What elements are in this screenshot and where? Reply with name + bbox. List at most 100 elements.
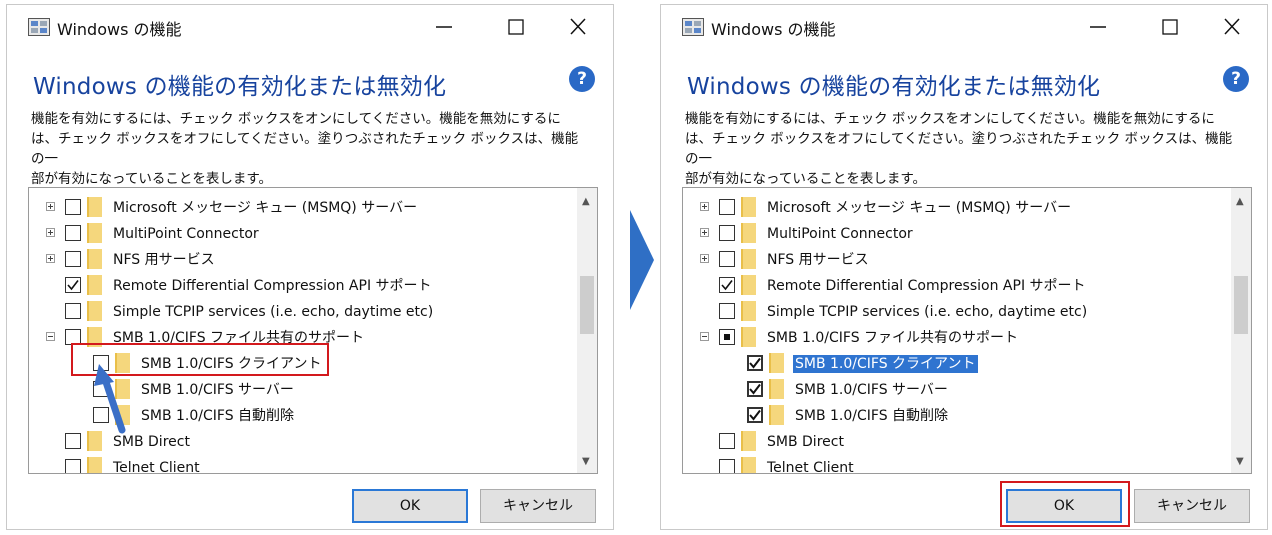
folder-icon [87,457,102,473]
cancel-button[interactable]: キャンセル [1134,489,1250,523]
description-line: 部が有効になっていることを表します。 [685,171,926,187]
cancel-button[interactable]: キャンセル [480,489,596,523]
feature-item-msmq[interactable]: Microsoft メッセージ キュー (MSMQ) サーバー [683,195,1231,221]
folder-icon [87,249,102,269]
scroll-up-icon[interactable]: ▲ [582,196,590,207]
close-button[interactable] [1211,12,1255,42]
feature-checkbox[interactable] [65,433,81,449]
vertical-scrollbar[interactable]: ▲ ▼ [1231,188,1251,473]
feature-checkbox[interactable] [65,225,81,241]
feature-item-tcpip[interactable]: Simple TCPIP services (i.e. echo, daytim… [29,299,577,325]
feature-checkbox[interactable] [719,277,735,293]
feature-item-smb-direct[interactable]: SMB Direct [683,429,1231,455]
feature-checkbox[interactable] [747,381,763,397]
maximize-icon [508,19,524,35]
expand-plus-icon[interactable] [46,254,55,263]
feature-checkbox[interactable] [719,225,735,241]
feature-checkbox[interactable] [65,277,81,293]
feature-item-nfs[interactable]: NFS 用サービス [29,247,577,273]
feature-item-nfs[interactable]: NFS 用サービス [683,247,1231,273]
folder-icon [769,379,784,399]
feature-item-smb1-support[interactable]: SMB 1.0/CIFS ファイル共有のサポート [683,325,1231,351]
feature-item-smb1-server[interactable]: SMB 1.0/CIFS サーバー [683,377,1231,403]
scrollbar-thumb[interactable] [1234,276,1248,334]
feature-checkbox[interactable] [719,433,735,449]
ok-button[interactable]: OK [352,489,468,523]
feature-checkbox[interactable] [747,407,763,423]
maximize-button[interactable] [495,12,539,42]
windows-features-icon [28,18,50,36]
maximize-button[interactable] [1149,12,1193,42]
folder-icon [741,431,756,451]
expand-plus-icon[interactable] [700,228,709,237]
feature-item-msmq[interactable]: Microsoft メッセージ キュー (MSMQ) サーバー [29,195,577,221]
partial-check-icon [724,334,730,340]
scroll-down-icon[interactable]: ▼ [582,456,590,467]
folder-icon [741,301,756,321]
dialog-heading: Windows の機能の有効化または無効化 [33,74,447,100]
feature-checkbox[interactable] [747,355,763,371]
feature-item-smb1-autoremove[interactable]: SMB 1.0/CIFS 自動削除 [683,403,1231,429]
feature-checkbox[interactable] [65,459,81,473]
collapse-minus-icon[interactable] [46,332,55,341]
feature-checkbox[interactable] [719,459,735,473]
minimize-button[interactable] [423,12,467,42]
description-line: 機能を有効にするには、チェック ボックスをオンにしてください。機能を無効にするに [685,111,1215,127]
maximize-icon [1162,19,1178,35]
windows-features-dialog-after: Windows の機能 Windows の機能の有効化または無効化 ? 機能を有… [660,4,1268,530]
feature-label: Simple TCPIP services (i.e. echo, daytim… [767,304,1088,320]
windows-features-icon [682,18,704,36]
feature-item-multipoint[interactable]: MultiPoint Connector [29,221,577,247]
folder-icon [741,327,756,347]
feature-label: Microsoft メッセージ キュー (MSMQ) サーバー [767,200,1072,216]
expand-plus-icon[interactable] [46,202,55,211]
checkmark-icon [749,357,761,369]
feature-tree[interactable]: Microsoft メッセージ キュー (MSMQ) サーバー MultiPoi… [682,187,1252,474]
chevron-right-icon [630,210,654,310]
folder-icon [87,197,102,217]
feature-item-telnet[interactable]: Telnet Client [29,455,577,473]
feature-label: SMB 1.0/CIFS 自動削除 [141,408,295,424]
window-title: Windows の機能 [711,20,836,39]
folder-icon [87,301,102,321]
scrollbar-thumb[interactable] [580,276,594,334]
highlight-box-ok [1000,481,1130,527]
feature-checkbox[interactable] [65,303,81,319]
feature-checkbox[interactable] [719,199,735,215]
feature-label: MultiPoint Connector [113,226,259,242]
close-button[interactable] [557,12,601,42]
folder-icon [741,249,756,269]
feature-label: Simple TCPIP services (i.e. echo, daytim… [113,304,434,320]
feature-checkbox[interactable] [719,329,735,345]
scroll-down-icon[interactable]: ▼ [1236,456,1244,467]
vertical-scrollbar[interactable]: ▲ ▼ [577,188,597,473]
folder-icon [741,223,756,243]
feature-checkbox[interactable] [65,199,81,215]
feature-item-rdc[interactable]: Remote Differential Compression API サポート [29,273,577,299]
title-bar: Windows の機能 [661,5,1267,49]
feature-item-smb1-client[interactable]: SMB 1.0/CIFS クライアント [683,351,1231,377]
help-icon[interactable]: ? [569,66,595,92]
folder-icon [87,223,102,243]
expand-plus-icon[interactable] [46,228,55,237]
feature-checkbox[interactable] [719,251,735,267]
description-line: 機能を有効にするには、チェック ボックスをオンにしてください。機能を無効にするに [31,111,561,127]
feature-item-tcpip[interactable]: Simple TCPIP services (i.e. echo, daytim… [683,299,1231,325]
feature-checkbox[interactable] [719,303,735,319]
feature-item-telnet[interactable]: Telnet Client [683,455,1231,474]
expand-plus-icon[interactable] [700,202,709,211]
minimize-icon [1090,26,1106,28]
minimize-button[interactable] [1077,12,1121,42]
expand-plus-icon[interactable] [700,254,709,263]
feature-item-multipoint[interactable]: MultiPoint Connector [683,221,1231,247]
feature-checkbox[interactable] [65,251,81,267]
folder-icon [769,353,784,373]
feature-item-rdc[interactable]: Remote Differential Compression API サポート [683,273,1231,299]
feature-label: MultiPoint Connector [767,226,913,242]
feature-label: Telnet Client [767,460,854,474]
close-icon [570,18,586,35]
feature-label: Remote Differential Compression API サポート [767,278,1086,294]
collapse-minus-icon[interactable] [700,332,709,341]
help-icon[interactable]: ? [1223,66,1249,92]
scroll-up-icon[interactable]: ▲ [1236,196,1244,207]
